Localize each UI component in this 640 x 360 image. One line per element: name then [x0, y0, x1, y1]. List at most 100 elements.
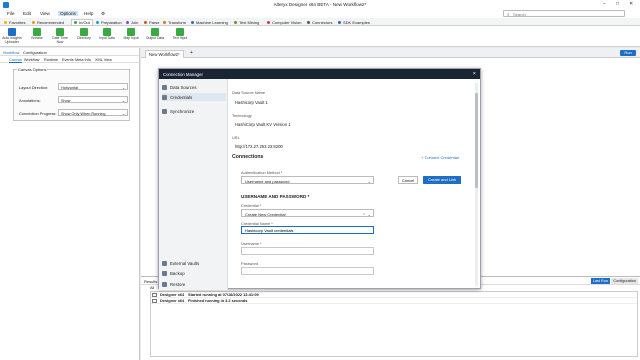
menu-view[interactable]: View	[40, 11, 50, 16]
tab-parse[interactable]: Parse	[144, 20, 159, 25]
create-and-link-button[interactable]: Create and Link	[423, 176, 461, 184]
results-title: Results	[144, 279, 158, 284]
tool-output-data[interactable]: Output Data	[145, 28, 165, 41]
dialog-sidebar: Data Sources Credentials Synchronize Ext…	[159, 79, 228, 290]
log-message: Finished running in 3.2 seconds	[188, 298, 248, 303]
tab-transform[interactable]: Transform	[163, 20, 186, 25]
tab-in-out[interactable]: In/Out	[71, 18, 93, 26]
menu-help[interactable]: Help	[84, 11, 93, 16]
nav-data-sources[interactable]: Data Sources	[162, 83, 226, 91]
subtab-canvas[interactable]: Canvas	[9, 58, 22, 62]
map-input-icon	[127, 28, 135, 36]
last-run-button[interactable]: Last Run	[590, 278, 610, 284]
tool-browse[interactable]: Browse	[27, 28, 47, 41]
tab-recommended[interactable]: Recommended	[32, 20, 64, 25]
connection-progress-select[interactable]: Show Only When Running ⌄	[58, 109, 128, 116]
auth-method-select[interactable]: Username and password ⌄	[241, 176, 374, 184]
log-message: Started running at 07/18/2022 13:41:09	[188, 292, 259, 297]
subtab-xml-view[interactable]: XML View	[95, 58, 112, 62]
tool-input-data[interactable]: Input Data	[97, 28, 117, 41]
credential-select[interactable]: Create New Credential × ⌄	[241, 209, 374, 217]
username-label: Username *	[241, 241, 262, 246]
credential-name-input[interactable]	[241, 226, 374, 234]
search-input[interactable]	[513, 11, 613, 17]
tab-sdk-examples[interactable]: SDK Examples	[338, 20, 370, 25]
tab-computer-vision[interactable]: Computer Vision	[267, 20, 302, 25]
star-icon	[4, 20, 7, 24]
tool-directory[interactable]: Directory	[74, 28, 94, 41]
tool-palette: Auto Insights Uploader Browse Date Time …	[0, 26, 640, 47]
connection-progress-row: Connection Progress: Show Only When Runn…	[19, 109, 129, 117]
connection-manager-dialog: Connection Manager × Data Sources Creden…	[158, 68, 481, 290]
connect-credential-link[interactable]: + Connect Credential	[421, 155, 459, 160]
tab-machine-learning[interactable]: Machine Learning	[191, 20, 228, 25]
configuration-button[interactable]: Configuration	[611, 278, 638, 284]
log-source: Designer x64	[160, 292, 185, 297]
dialog-scrollbar[interactable]	[475, 83, 478, 286]
filter-all[interactable]: All	[150, 286, 154, 290]
nav-backup[interactable]: Backup	[162, 269, 226, 277]
text-mining-icon	[234, 20, 237, 24]
tab-connectors[interactable]: Connectors	[307, 20, 332, 25]
tool-text-input[interactable]: Text Input	[170, 28, 190, 41]
nav-restore[interactable]: Restore	[162, 280, 226, 288]
subtab-events[interactable]: Events	[62, 58, 74, 62]
chevron-down-icon: ⌄	[367, 211, 371, 217]
layout-direction-row: Layout Direction: Horizontal ⌄	[19, 83, 129, 91]
nav-credentials[interactable]: Credentials	[162, 93, 226, 101]
tab-preparation[interactable]: Preparation	[96, 20, 122, 25]
annotations-select[interactable]: Show ⌄	[58, 96, 128, 103]
tab-text-mining[interactable]: Text Mining	[234, 20, 259, 25]
search-icon: ⌕	[507, 11, 510, 17]
username-input[interactable]	[241, 247, 374, 255]
preparation-icon	[96, 20, 99, 24]
url-value: http://172.27.253.23:8200	[235, 144, 283, 149]
subtab-runtime[interactable]: Runtime	[44, 58, 58, 62]
tool-auto-insights-uploader[interactable]: Auto Insights Uploader	[2, 28, 22, 44]
recommended-icon	[32, 20, 35, 24]
tab-favorites[interactable]: Favorites	[4, 20, 25, 25]
transform-icon	[163, 20, 166, 24]
sync-icon	[162, 108, 167, 114]
maximize-icon[interactable]: □	[616, 1, 619, 7]
panel-subtabs: Canvas Workflow Runtime Events Meta Info…	[0, 56, 139, 63]
layout-direction-select[interactable]: Horizontal ⌄	[58, 83, 128, 90]
tool-map-input[interactable]: Map Input	[121, 28, 141, 41]
search-box[interactable]: ⌕	[503, 10, 625, 17]
close-icon[interactable]: ✕	[629, 1, 633, 7]
minimize-icon[interactable]: –	[603, 1, 606, 7]
tab-workflow[interactable]: Workflow	[3, 50, 19, 55]
nav-external-vaults[interactable]: External Vaults	[162, 259, 226, 267]
tab-join[interactable]: Join	[126, 20, 138, 25]
sdk-examples-icon	[338, 20, 341, 24]
menu-file[interactable]: File	[7, 11, 14, 16]
field-label: Annotations:	[19, 98, 41, 103]
nav-synchronize[interactable]: Synchronize	[162, 107, 226, 115]
technology-label: Technology	[232, 113, 252, 118]
password-label: Password	[241, 261, 259, 266]
machine-learning-icon	[191, 20, 194, 24]
subtab-workflow[interactable]: Workflow	[24, 58, 40, 62]
window-title: Alteryx Designer x64 BETA - New Workflow…	[273, 2, 367, 7]
scrollbar-thumb[interactable]	[475, 93, 478, 188]
menu-options[interactable]: Options	[58, 11, 78, 16]
password-input[interactable]	[241, 267, 374, 275]
add-workflow-icon[interactable]: +	[190, 50, 193, 56]
connectors-icon	[307, 20, 310, 24]
key-icon	[162, 94, 167, 100]
tool-date-time-now[interactable]: Date Time Now	[50, 28, 70, 44]
message-icon	[152, 298, 157, 303]
chevron-down-icon: ⌄	[121, 112, 125, 117]
settings-gear-icon[interactable]: ⚙	[101, 11, 105, 17]
field-label: Connection Progress:	[19, 111, 57, 116]
tab-configuration[interactable]: Configuration	[23, 50, 47, 55]
auth-method-label: Authentication Method *	[241, 170, 283, 175]
run-button[interactable]: Run	[620, 50, 636, 56]
menu-edit[interactable]: Edit	[23, 11, 31, 16]
title-bar: Alteryx Designer x64 BETA - New Workflow…	[0, 0, 640, 9]
cancel-button[interactable]: Cancel	[398, 176, 418, 184]
log-row: Designer x64 Finished running in 3.2 sec…	[151, 298, 637, 304]
subtab-meta-info[interactable]: Meta Info	[75, 58, 91, 62]
close-icon[interactable]: ×	[473, 71, 476, 77]
clear-icon[interactable]: ×	[363, 211, 365, 216]
